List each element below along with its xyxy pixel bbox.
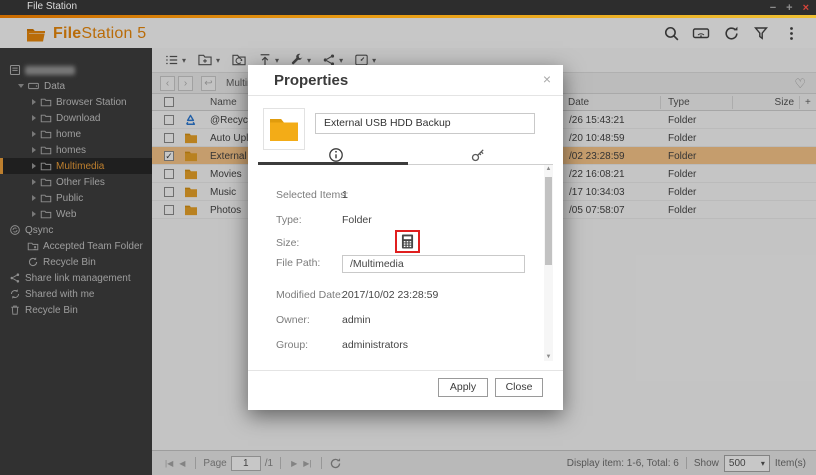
file-station-app: File Station − + × FileStation 5 Data Br… — [0, 0, 816, 475]
field-value: 2017/10/02 23:28:59 — [342, 289, 439, 301]
field-label: Modified Date: — [276, 289, 344, 301]
properties-dialog: Properties × External USB HDD Backup Sel… — [248, 65, 563, 410]
close-button[interactable]: Close — [495, 378, 543, 397]
field-label: Group: — [276, 339, 309, 351]
field-value: Folder — [342, 214, 372, 226]
window-close-button[interactable]: × — [803, 2, 809, 14]
window-tab-label: File Station — [27, 1, 78, 12]
window-maximize-button[interactable]: + — [786, 2, 792, 14]
scroll-down-icon[interactable]: ▼ — [544, 354, 553, 360]
field-value: 1 — [342, 189, 348, 201]
field-value: admin — [342, 314, 371, 326]
size-calculator-highlight — [395, 230, 420, 253]
file-path-input[interactable]: /Multimedia — [342, 255, 525, 273]
scrollbar-thumb[interactable] — [545, 177, 552, 265]
dialog-fields: Selected Items: 1 Type: Folder Size: File Pat… — [248, 65, 563, 410]
window-minimize-button[interactable]: − — [770, 2, 776, 14]
window-titlebar: File Station − + × — [0, 0, 816, 15]
field-label: Size: — [276, 237, 300, 249]
dialog-scrollbar[interactable]: ▲ ▼ — [544, 165, 553, 361]
field-label: Selected Items: — [276, 189, 349, 201]
field-label: Owner: — [276, 314, 310, 326]
field-label: File Path: — [276, 257, 321, 269]
field-value: administrators — [342, 339, 408, 351]
field-label: Type: — [276, 214, 302, 226]
scroll-up-icon[interactable]: ▲ — [544, 166, 553, 172]
dialog-divider — [248, 370, 563, 371]
calculator-icon[interactable] — [401, 234, 414, 249]
apply-button[interactable]: Apply — [438, 378, 488, 397]
